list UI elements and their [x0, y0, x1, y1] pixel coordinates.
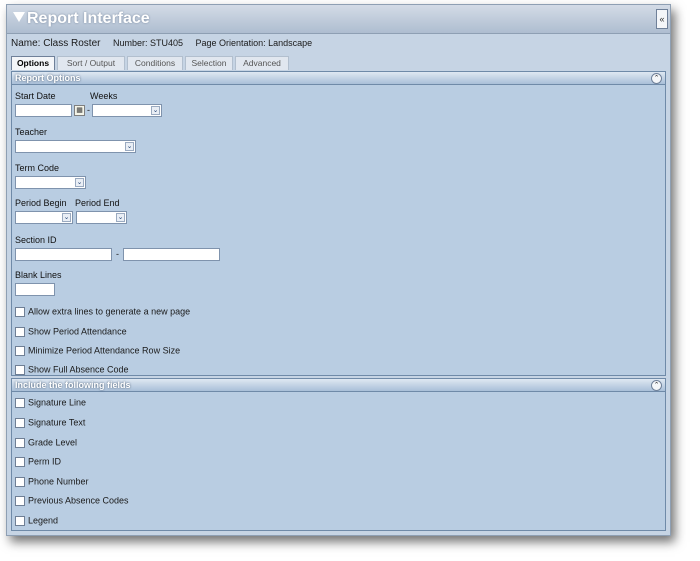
weeks-separator: - [87, 105, 90, 115]
start-date-input[interactable] [15, 104, 72, 117]
chevron-down-icon: ⌄ [116, 213, 125, 222]
checkbox-box[interactable] [15, 495, 25, 506]
checkbox-previous-absence-codes[interactable]: Previous Absence Codes [15, 495, 129, 507]
period-begin-select[interactable]: ⌄ [15, 211, 73, 224]
tab-conditions[interactable]: Conditions [127, 56, 183, 70]
report-options-collapse-icon[interactable]: ⌃ [651, 73, 662, 84]
checkbox-minimize-row-size[interactable]: Minimize Period Attendance Row Size [15, 345, 180, 357]
report-name: Name: Class Roster [11, 38, 101, 49]
teacher-select[interactable]: ⌄ [15, 140, 136, 153]
chevron-down-icon: ⌄ [62, 213, 71, 222]
report-window: Report Interface « Name: Class Roster Nu… [6, 4, 671, 536]
report-options-header: Report Options ⌃ [12, 72, 665, 85]
checkbox-allow-extra-lines[interactable]: Allow extra lines to generate a new page [15, 306, 190, 318]
tab-options[interactable]: Options [11, 56, 55, 70]
chevron-down-icon: ⌄ [75, 178, 84, 187]
window-title: Report Interface [27, 10, 150, 27]
section-id-from-input[interactable] [15, 248, 112, 261]
window-menu-icon[interactable] [13, 12, 25, 22]
checkbox-box[interactable] [15, 306, 25, 317]
title-bar: Report Interface « [7, 5, 670, 34]
checkbox-box[interactable] [15, 417, 25, 428]
checkbox-box[interactable] [15, 397, 25, 408]
checkbox-signature-line[interactable]: Signature Line [15, 397, 86, 409]
checkbox-signature-text[interactable]: Signature Text [15, 417, 85, 429]
include-fields-collapse-icon[interactable]: ⌃ [651, 380, 662, 391]
period-end-label: Period End [75, 198, 120, 208]
tab-advanced[interactable]: Advanced [235, 56, 289, 70]
collapse-window-button[interactable]: « [656, 9, 668, 29]
report-number: Number: STU405 [112, 38, 184, 48]
period-begin-label: Period Begin [15, 198, 67, 208]
weeks-select[interactable]: ⌄ [92, 104, 162, 117]
tab-sort-output[interactable]: Sort / Output [57, 56, 125, 70]
page-orientation: Page Orientation: Landscape [195, 38, 313, 48]
calendar-icon[interactable]: ▦ [74, 105, 85, 116]
section-id-label: Section ID [15, 235, 57, 245]
include-fields-title: Include the following fields [15, 380, 131, 390]
teacher-label: Teacher [15, 127, 48, 137]
checkbox-box[interactable] [15, 326, 25, 337]
checkbox-box[interactable] [15, 437, 25, 448]
checkbox-grade-level[interactable]: Grade Level [15, 437, 77, 449]
tab-selection[interactable]: Selection [185, 56, 233, 70]
checkbox-box[interactable] [15, 476, 25, 487]
section-id-to-input[interactable] [123, 248, 220, 261]
chevron-down-icon: ⌄ [151, 106, 160, 115]
checkbox-legend[interactable]: Legend [15, 515, 58, 527]
period-end-select[interactable]: ⌄ [76, 211, 127, 224]
chevron-down-icon: ⌄ [125, 142, 134, 151]
blank-lines-input[interactable] [15, 283, 55, 296]
term-code-label: Term Code [15, 163, 60, 173]
checkbox-phone-number[interactable]: Phone Number [15, 476, 89, 488]
report-info: Name: Class Roster Number: STU405 Page O… [11, 38, 322, 49]
checkbox-box[interactable] [15, 456, 25, 467]
checkbox-box[interactable] [15, 515, 25, 526]
weeks-label: Weeks [90, 91, 118, 101]
include-fields-panel: Include the following fields ⌃ Signature… [11, 378, 666, 531]
checkbox-box[interactable] [15, 345, 25, 356]
start-date-label: Start Date [15, 91, 56, 101]
report-options-title: Report Options [15, 73, 81, 83]
section-id-separator: - [116, 249, 119, 259]
checkbox-show-period-attendance[interactable]: Show Period Attendance [15, 326, 127, 338]
term-code-select[interactable]: ⌄ [15, 176, 86, 189]
checkbox-box[interactable] [15, 364, 25, 375]
report-options-panel: Report Options ⌃ Start Date Weeks ▦ - ⌄ … [11, 71, 666, 376]
blank-lines-label: Blank Lines [15, 270, 62, 280]
checkbox-show-full-absence-code[interactable]: Show Full Absence Code [15, 364, 129, 376]
checkbox-perm-id[interactable]: Perm ID [15, 456, 61, 468]
include-fields-header: Include the following fields ⌃ [12, 379, 665, 392]
